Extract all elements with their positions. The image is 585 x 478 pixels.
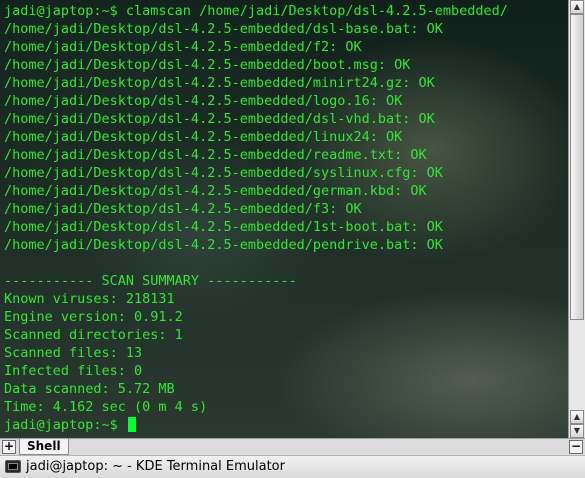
close-tab-button[interactable]: − [569, 440, 583, 454]
minus-icon: − [570, 439, 582, 453]
terminal-icon [5, 460, 21, 473]
terminal-line: Data scanned: 5.72 MB [4, 381, 175, 397]
terminal-line: /home/jadi/Desktop/dsl-4.2.5-embedded/bo… [4, 57, 411, 73]
terminal-output: jadi@japtop:~$ clamscan /home/jadi/Deskt… [4, 2, 508, 434]
terminal-line: Time: 4.162 sec (0 m 4 s) [4, 399, 208, 415]
terminal-prompt: jadi@japtop:~$ [4, 417, 126, 433]
terminal-line: /home/jadi/Desktop/dsl-4.2.5-embedded/f3… [4, 201, 362, 217]
new-tab-button[interactable]: + [2, 440, 16, 454]
terminal-line: /home/jadi/Desktop/dsl-4.2.5-embedded/1s… [4, 219, 443, 235]
terminal-line: /home/jadi/Desktop/dsl-4.2.5-embedded/f2… [4, 39, 362, 55]
terminal-line: /home/jadi/Desktop/dsl-4.2.5-embedded/ds… [4, 111, 435, 127]
terminal-line: /home/jadi/Desktop/dsl-4.2.5-embedded/pe… [4, 237, 443, 253]
tab-label: Shell [27, 439, 61, 453]
terminal-line: /home/jadi/Desktop/dsl-4.2.5-embedded/ds… [4, 21, 443, 37]
terminal-line: /home/jadi/Desktop/dsl-4.2.5-embedded/li… [4, 129, 403, 145]
terminal-line: /home/jadi/Desktop/dsl-4.2.5-embedded/sy… [4, 165, 443, 181]
terminal-line: Infected files: 0 [4, 363, 143, 379]
terminal-line: Scanned directories: 1 [4, 327, 183, 343]
scroll-down-icon[interactable]: ▼ [570, 424, 584, 438]
scrollbar-thumb[interactable] [570, 14, 584, 320]
plus-icon: + [3, 439, 15, 453]
terminal-line: ----------- SCAN SUMMARY ----------- [4, 273, 297, 289]
tab-bar: + Shell − [0, 438, 585, 455]
terminal-line: Scanned files: 13 [4, 345, 143, 361]
terminal-line: Known viruses: 218131 [4, 291, 175, 307]
scroll-up-icon[interactable]: ▲ [570, 0, 584, 14]
scrollbar[interactable]: ▲ ▲ ▼ [568, 0, 585, 438]
scroll-up-lower-icon[interactable]: ▲ [570, 410, 584, 424]
terminal-line: /home/jadi/Desktop/dsl-4.2.5-embedded/re… [4, 147, 427, 163]
terminal-line: /home/jadi/Desktop/dsl-4.2.5-embedded/mi… [4, 75, 435, 91]
text-cursor [127, 417, 136, 432]
terminal-line: /home/jadi/Desktop/dsl-4.2.5-embedded/lo… [4, 93, 403, 109]
terminal-line: /home/jadi/Desktop/dsl-4.2.5-embedded/ge… [4, 183, 427, 199]
terminal-line: Engine version: 0.91.2 [4, 309, 183, 325]
taskbar-window-button[interactable]: jadi@japtop: ~ - KDE Terminal Emulator [26, 458, 285, 475]
terminal-line: jadi@japtop:~$ clamscan /home/jadi/Deskt… [4, 3, 508, 19]
terminal-prompt-line[interactable]: jadi@japtop:~$ [4, 416, 508, 434]
taskbar: jadi@japtop: ~ - KDE Terminal Emulator [0, 455, 585, 478]
tab-shell[interactable]: Shell [19, 439, 69, 455]
terminal-area[interactable]: jadi@japtop:~$ clamscan /home/jadi/Deskt… [0, 0, 568, 438]
